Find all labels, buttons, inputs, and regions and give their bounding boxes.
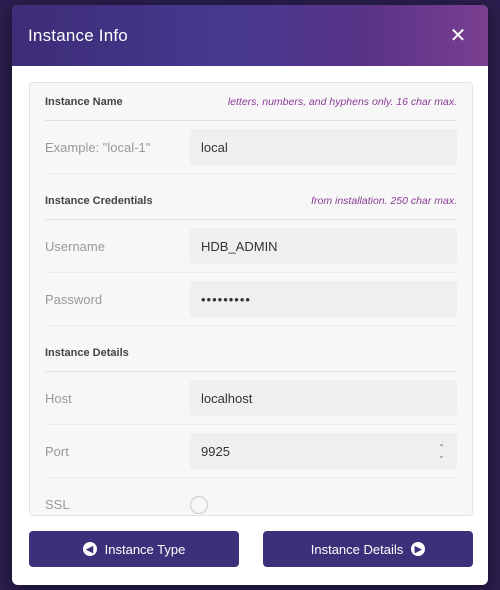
host-row: Host localhost [45, 372, 457, 425]
instance-form-card: Instance Name letters, numbers, and hyph… [29, 82, 473, 516]
ssl-checkbox[interactable] [190, 495, 208, 514]
instance-name-label: Example: "local-1" [45, 139, 151, 155]
section-title: Instance Credentials [45, 194, 153, 207]
close-icon[interactable]: ✕ [446, 24, 470, 48]
instance-name-value: local [201, 139, 228, 155]
instance-details-button[interactable]: Instance Details ▶ [263, 531, 473, 567]
port-value: 9925 [201, 443, 230, 459]
port-label: Port [45, 443, 69, 459]
host-value: localhost [201, 390, 253, 406]
stepper-icon[interactable]: ⌃ ⌃ [438, 444, 445, 460]
instance-name-input[interactable]: local [190, 129, 457, 165]
section-hint: letters, numbers, and hyphens only. 16 c… [227, 95, 457, 108]
instance-name-row: Example: "local-1" local [45, 121, 457, 174]
password-value: ••••••••• [201, 291, 251, 307]
username-label: Username [45, 238, 105, 254]
port-row: Port 9925 ⌃ ⌃ [45, 425, 457, 478]
section-title: Instance Name [45, 95, 123, 108]
password-row: Password ••••••••• [45, 273, 457, 326]
section-header-instance-name: Instance Name letters, numbers, and hyph… [45, 83, 457, 121]
username-input[interactable]: HDB_ADMIN [190, 228, 457, 264]
section-header-credentials: Instance Credentials from installation. … [45, 182, 457, 220]
chevron-left-circle-icon: ◀ [82, 542, 97, 556]
host-label: Host [45, 390, 72, 406]
instance-type-button-label: Instance Type [104, 541, 186, 557]
username-value: HDB_ADMIN [201, 238, 278, 254]
password-input[interactable]: ••••••••• [190, 281, 457, 317]
section-title: Instance Details [45, 346, 129, 359]
instance-info-modal: Instance Info ✕ Instance Name letters, n… [12, 5, 488, 585]
section-header-details: Instance Details [45, 334, 457, 372]
section-hint: from installation. 250 char max. [311, 194, 457, 207]
host-input[interactable]: localhost [190, 380, 457, 416]
chevron-right-circle-icon: ▶ [411, 542, 426, 556]
modal-header: Instance Info ✕ [12, 5, 488, 66]
password-label: Password [45, 291, 103, 307]
ssl-row: SSL [45, 478, 457, 531]
modal-title: Instance Info [28, 25, 128, 45]
instance-type-button[interactable]: ◀ Instance Type [29, 531, 239, 567]
ssl-label: SSL [45, 497, 70, 512]
username-row: Username HDB_ADMIN [45, 220, 457, 273]
instance-details-button-label: Instance Details [310, 541, 404, 557]
port-input[interactable]: 9925 ⌃ ⌃ [190, 433, 457, 469]
